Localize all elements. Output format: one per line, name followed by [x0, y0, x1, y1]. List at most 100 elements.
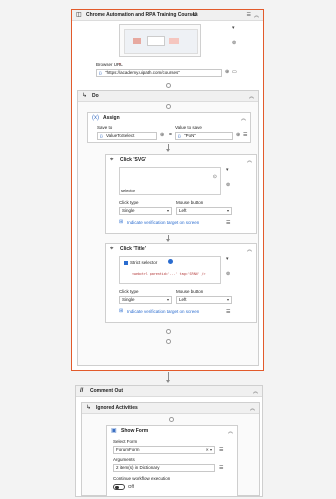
use-browser-header[interactable]: ◫ Chrome Automation and RPA Training Cou…	[72, 10, 263, 21]
click-svg-activity[interactable]: ⌖ Click 'SVG' ︽ selector ⊙ ▾ ⊚ Click typ…	[105, 154, 257, 234]
target-preview[interactable]: Strict selector <webctrl parentid='...' …	[119, 256, 221, 284]
click-icon: ⌖	[110, 157, 114, 163]
ignored-activities-block[interactable]: ↳ Ignored Activities ︽ ▣ Show Form ︽ Sel…	[81, 402, 260, 497]
mouse-button-label: Mouse button	[176, 289, 204, 294]
value-to-save-value: "PoN"	[184, 133, 196, 138]
preview-selector-text: selector	[121, 188, 136, 193]
use-browser-title: Chrome Automation and RPA Training Cours…	[86, 12, 198, 18]
save-to-value: ValueToSelect	[106, 133, 135, 138]
target-icon[interactable]: ⊚	[226, 182, 230, 188]
expression-icon: {}	[178, 133, 181, 138]
value-to-save-field[interactable]: {} "PoN"	[175, 132, 233, 140]
add-icon[interactable]: ⊕	[160, 132, 164, 138]
collapse-icon[interactable]: ︽	[250, 405, 255, 412]
expression-icon: {}	[99, 70, 102, 75]
browser-url-field[interactable]: {} "https://academy.uipath.com/courses"	[96, 69, 222, 77]
select-form-dropdown[interactable]: ForumForm ✕ ▾	[113, 446, 215, 454]
more-options-icon[interactable]: ☰	[247, 12, 251, 18]
mouse-button-value: Left	[179, 297, 187, 302]
required-asterisk: *	[119, 62, 121, 67]
add-icon[interactable]: ⊕	[236, 132, 240, 138]
ignored-header[interactable]: ↳ Ignored Activities ︽	[82, 403, 259, 414]
collapse-icon[interactable]: ︽	[228, 428, 233, 435]
collapse-icon[interactable]: ︽	[249, 93, 254, 100]
dropdown-icon[interactable]: ▾	[226, 256, 229, 262]
collapse-icon[interactable]: ︽	[247, 246, 252, 253]
comment-out-activity[interactable]: // Comment Out ︽ ↳ Ignored Activities ︽ …	[75, 385, 263, 497]
dropdown-icon[interactable]: ▾	[226, 167, 229, 173]
comment-out-header[interactable]: // Comment Out ︽	[76, 386, 262, 397]
collapse-icon[interactable]: ︽	[253, 388, 258, 395]
assign-activity[interactable]: (x) Assign ︽ Save to {} ValueToSelect ⊕ …	[87, 112, 251, 143]
use-browser-activity[interactable]: ◫ Chrome Automation and RPA Training Cou…	[71, 9, 264, 371]
select-form-value: ForumForm	[116, 447, 140, 452]
collapse-icon[interactable]: ︽	[241, 115, 246, 122]
browser-window-icon[interactable]: ▭	[232, 69, 237, 75]
chevron-down-icon: ▾	[226, 208, 229, 213]
click-type-label: Click type	[119, 289, 139, 294]
continue-execution-toggle[interactable]	[113, 484, 125, 490]
expression-icon: {}	[100, 133, 103, 138]
browser-screenshot-preview[interactable]	[119, 24, 201, 57]
flow-arrow	[166, 380, 170, 383]
value-to-save-label: Value to save	[175, 125, 202, 130]
connector-dot	[169, 417, 174, 422]
mouse-button-dropdown[interactable]: Left ▾	[176, 207, 232, 215]
click-title-title: Click 'Title'	[120, 246, 146, 252]
preview-image-block	[169, 38, 179, 44]
sequence-icon: ↳	[82, 93, 88, 99]
chevron-down-icon: ▾	[166, 297, 169, 302]
click-title-activity[interactable]: ⌖ Click 'Title' ︽ Strict selector <webct…	[105, 243, 257, 323]
click-type-value: Single	[122, 208, 135, 213]
connector-dot	[166, 339, 171, 344]
verify-target-icon: ⊞	[119, 308, 124, 314]
show-form-header[interactable]: ▣ Show Form ︽	[107, 426, 237, 437]
arguments-field[interactable]: 2 item(s) in Dictionary	[113, 464, 215, 472]
target-icon[interactable]: ⊚	[226, 271, 230, 277]
connector-dot	[166, 104, 171, 109]
select-form-label: Select Form	[113, 439, 138, 444]
checkbox-icon[interactable]	[124, 261, 128, 265]
more-options-icon[interactable]: ☰	[219, 465, 223, 471]
flow-arrow	[166, 239, 170, 242]
strict-selector-label: Strict selector	[130, 260, 158, 265]
selector-code: <webctrl parentid='...' tag='SPAN' />	[132, 272, 206, 276]
click-type-label: Click type	[119, 200, 139, 205]
collapse-icon[interactable]: ︽	[247, 157, 252, 164]
target-icon[interactable]: ⊚	[232, 40, 236, 46]
mouse-button-dropdown[interactable]: Left ▾	[176, 296, 232, 304]
more-options-icon[interactable]: ☰	[226, 220, 230, 226]
click-title-header[interactable]: ⌖ Click 'Title' ︽	[106, 244, 256, 255]
more-options-icon[interactable]: ☰	[226, 309, 230, 315]
flow-arrow	[166, 149, 170, 152]
assign-title: Assign	[103, 115, 120, 121]
assign-header[interactable]: (x) Assign ︽	[88, 113, 250, 124]
click-type-dropdown[interactable]: Single ▾	[119, 207, 172, 215]
collapse-icon[interactable]: ︽	[254, 12, 259, 19]
equals-sign: =	[169, 132, 172, 138]
click-svg-header[interactable]: ⌖ Click 'SVG' ︽	[106, 155, 256, 166]
indicate-verification-link[interactable]: Indicate verification target on screen	[127, 309, 199, 314]
connector-dot	[166, 83, 171, 88]
assign-icon: (x)	[92, 115, 99, 121]
click-type-dropdown[interactable]: Single ▾	[119, 296, 172, 304]
show-form-activity[interactable]: ▣ Show Form ︽ Select Form ForumForm ✕ ▾ …	[106, 425, 238, 497]
click-icon: ⌖	[110, 246, 114, 252]
more-options-icon[interactable]: ☰	[243, 132, 247, 138]
indicate-verification-link[interactable]: Indicate verification target on screen	[127, 220, 199, 225]
save-to-field[interactable]: {} ValueToSelect	[97, 132, 157, 140]
target-preview[interactable]: selector ⊙	[119, 167, 221, 195]
do-block[interactable]: ↳ Do ︽ (x) Assign ︽ Save to {} ValueToSe…	[77, 90, 259, 366]
form-icon: ▣	[111, 428, 117, 434]
more-options-icon[interactable]: ☰	[219, 447, 223, 453]
add-icon[interactable]: ⊕	[225, 69, 229, 75]
ignored-title: Ignored Activities	[96, 405, 138, 411]
do-header[interactable]: ↳ Do ︽	[78, 91, 258, 102]
save-to-label: Save to	[97, 125, 113, 130]
dropdown-icon[interactable]: ▾	[232, 25, 235, 31]
preview-image-block	[133, 38, 141, 44]
title-badge: U	[193, 12, 197, 18]
chevron-down-icon: ✕ ▾	[205, 447, 212, 452]
do-title: Do	[92, 93, 99, 99]
verify-target-icon: ⊞	[119, 219, 124, 225]
